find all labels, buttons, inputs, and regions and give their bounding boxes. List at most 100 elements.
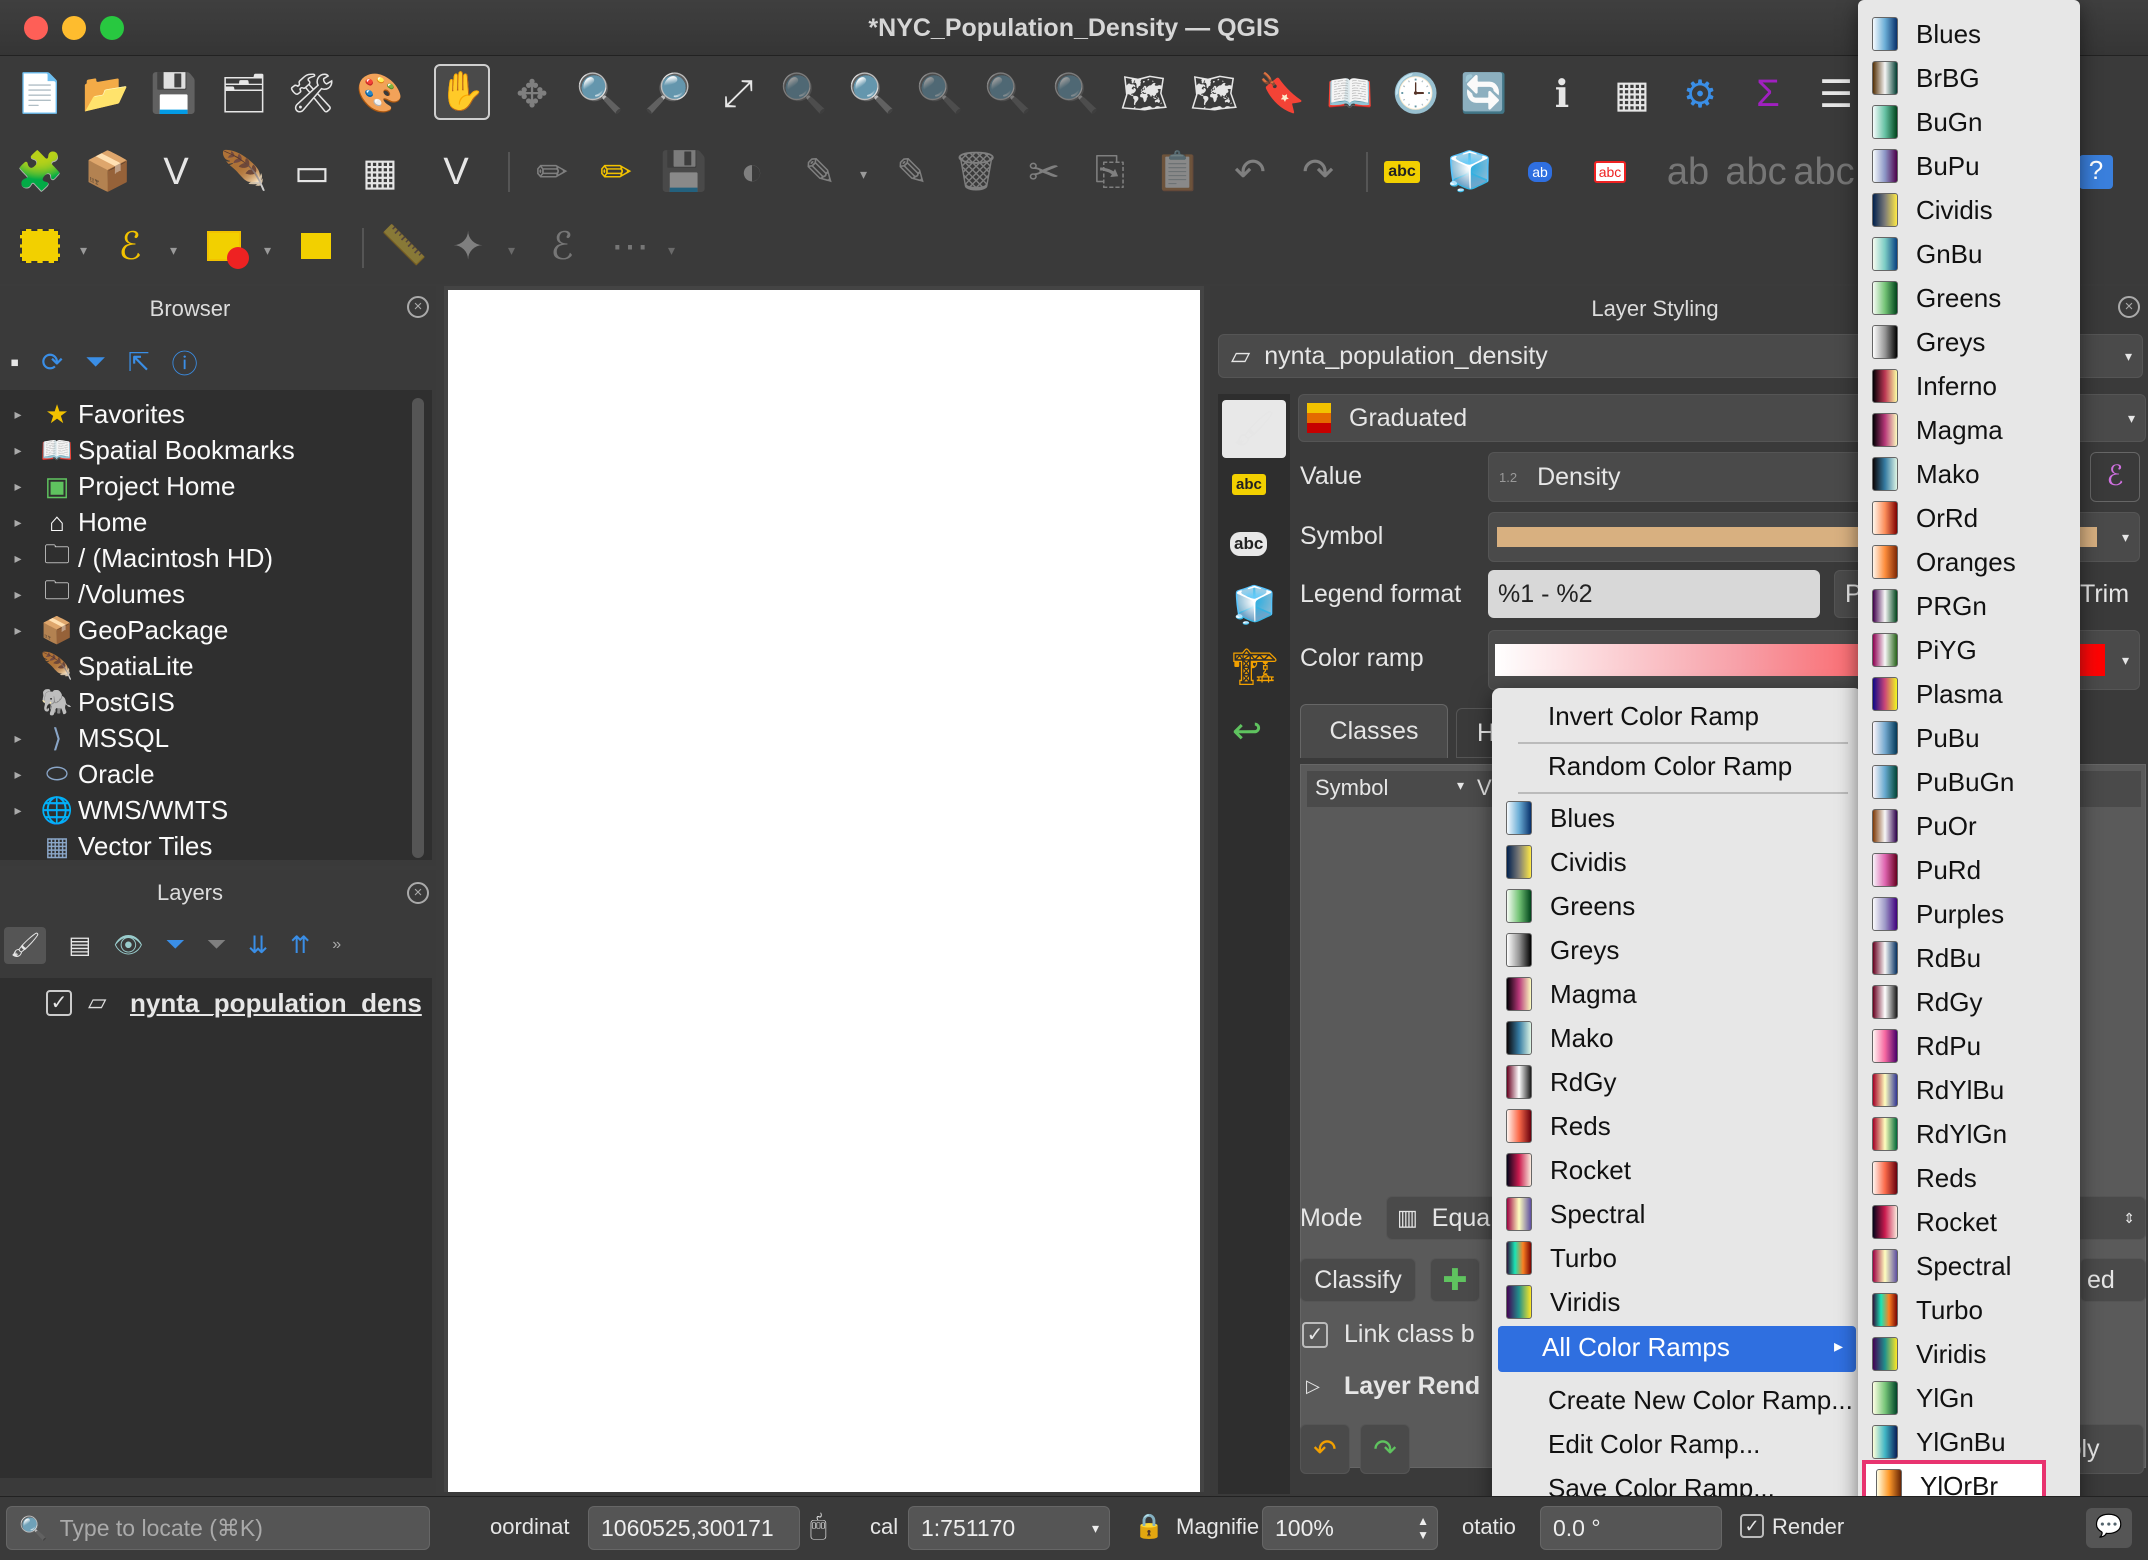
chevron-down-icon[interactable]: ▾ [170, 242, 177, 259]
submenu-ramp-pubugn[interactable]: PuBuGn [1872, 762, 2068, 802]
annotation-icon[interactable]: ℰ [534, 218, 590, 274]
new-bookmark-icon[interactable]: 🔖 [1254, 66, 1310, 122]
filter-legend-icon[interactable]: ⏷ [166, 931, 185, 959]
expand-triangle-icon[interactable]: ▸ [0, 586, 36, 603]
submenu-ramp-rdpu[interactable]: RdPu [1872, 1026, 2068, 1066]
submenu-ramp-puor[interactable]: PuOr [1872, 806, 2068, 846]
expand-triangle-icon[interactable]: ▸ [0, 478, 36, 495]
menu-ramp-cividis[interactable]: Cividis [1506, 842, 1627, 882]
close-panel-icon[interactable]: × [407, 296, 429, 318]
zoom-in-icon[interactable]: 🔍 [572, 66, 628, 122]
expand-triangle-icon[interactable]: ▸ [0, 514, 36, 531]
undo-icon[interactable]: ↶ [1222, 144, 1278, 200]
submenu-ramp-ylgn[interactable]: YlGn [1872, 1378, 2068, 1418]
submenu-ramp-rdylbu[interactable]: RdYlBu [1872, 1070, 2068, 1110]
browser-item-volumes[interactable]: ▸ 🗀 /Volumes [0, 575, 184, 612]
modify-attributes-icon[interactable]: ✎ [884, 144, 940, 200]
classify-button[interactable]: Classify [1300, 1258, 1416, 1302]
submenu-ramp-rdgy[interactable]: RdGy [1872, 982, 2068, 1022]
submenu-ramp-cividis[interactable]: Cividis [1872, 190, 2068, 230]
diagram-tool-icon[interactable]: 🧊 [1442, 144, 1498, 200]
menu-edit-color-ramp[interactable]: Edit Color Ramp... [1548, 1424, 1760, 1464]
locator-search-input[interactable]: 🔍 Type to locate (⌘K) [6, 1506, 430, 1550]
browser-item-home[interactable]: ▸ ⌂ Home [0, 504, 147, 540]
submenu-ramp-bugn[interactable]: BuGn [1872, 102, 2068, 142]
submenu-ramp-ylgnbu[interactable]: YlGnBu [1872, 1422, 2068, 1462]
close-panel-icon[interactable]: × [407, 882, 429, 904]
add-vector-layer-icon[interactable]: V [148, 144, 204, 200]
expand-triangle-icon[interactable]: ▸ [0, 622, 36, 639]
settings-gear-icon[interactable]: ⚙ [1672, 66, 1728, 122]
submenu-ramp-gnbu[interactable]: GnBu [1872, 234, 2068, 274]
table-icon[interactable]: ☰ [1808, 66, 1864, 122]
coordinate-field[interactable]: 1060525,300171 [588, 1506, 800, 1550]
open-project-icon[interactable]: 📂 [78, 66, 134, 122]
select-features-icon[interactable] [12, 218, 68, 274]
submenu-ramp-blues[interactable]: Blues [1872, 14, 2068, 54]
new-3d-map-view-icon[interactable]: 🗺 [1186, 66, 1242, 122]
submenu-ramp-greens[interactable]: Greens [1872, 278, 2068, 318]
browser-item-geopackage[interactable]: ▸ 📦 GeoPackage [0, 612, 228, 648]
new-geopackage-layer-icon[interactable]: 📦 [80, 144, 136, 200]
legend-format-input[interactable]: %1 - %2 [1488, 570, 1820, 618]
zoom-native-icon[interactable]: 🔍 [912, 66, 968, 122]
paste-features-icon[interactable]: 📋 [1150, 144, 1206, 200]
classes-count-select[interactable]: ed [2080, 1258, 2146, 1302]
submenu-ramp-orrd[interactable]: OrRd [1872, 498, 2068, 538]
deselect-features-icon[interactable] [196, 218, 252, 274]
delete-selected-icon[interactable]: 🗑 [948, 144, 1004, 200]
chevron-down-icon[interactable]: ▾ [264, 242, 271, 259]
layer-rendering-label[interactable]: Layer Rend [1344, 1372, 1480, 1401]
save-edits-icon[interactable]: 💾 [656, 144, 712, 200]
zoom-full-icon[interactable]: ⤢ [710, 66, 766, 122]
save-project-icon[interactable]: 💾 [146, 66, 202, 122]
submenu-ramp-purd[interactable]: PuRd [1872, 850, 2068, 890]
browser-item-spatial-bookmarks[interactable]: ▸ 📖 Spatial Bookmarks [0, 432, 294, 468]
submenu-ramp-plasma[interactable]: Plasma [1872, 674, 2068, 714]
expand-triangle-icon[interactable]: ▸ [0, 802, 36, 819]
3d-view-tab-icon[interactable]: 🧊 [1232, 584, 1277, 626]
new-project-icon[interactable]: 📄 [12, 66, 68, 122]
menu-ramp-greys[interactable]: Greys [1506, 930, 1619, 970]
measure-line-icon[interactable]: 📏 [376, 218, 432, 274]
labels-tab-icon[interactable]: abc [1232, 474, 1266, 495]
show-bookmarks-icon[interactable]: 📖 [1322, 66, 1378, 122]
history-tab-icon[interactable]: ↩ [1232, 710, 1262, 752]
browser-scrollbar[interactable] [412, 398, 424, 858]
masks-tab-icon[interactable]: abc [1230, 532, 1268, 556]
browser-item-favorites[interactable]: ▸ ★ Favorites [0, 396, 184, 432]
browser-item-postgis[interactable]: 🐘 PostGIS [0, 684, 175, 720]
more-icon[interactable]: » [332, 936, 341, 954]
submenu-ramp-piyg[interactable]: PiYG [1872, 630, 2068, 670]
submenu-ramp-oranges[interactable]: Oranges [1872, 542, 2068, 582]
render-checkbox[interactable]: ✓ [1740, 1514, 1764, 1538]
new-map-view-icon[interactable]: 🗺 [1116, 66, 1172, 122]
submenu-ramp-pubu[interactable]: PuBu [1872, 718, 2068, 758]
magnifier-spinbox[interactable]: 100% ▲ ▼ [1262, 1506, 1438, 1550]
submenu-ramp-spectral[interactable]: Spectral [1872, 1246, 2068, 1286]
rotation-spinbox[interactable]: 0.0 ° [1540, 1506, 1722, 1550]
expand-all-icon[interactable]: ⇊ [248, 931, 268, 960]
select-by-location-icon[interactable] [288, 218, 344, 274]
menu-ramp-greens[interactable]: Greens [1506, 886, 1635, 926]
submenu-ramp-magma[interactable]: Magma [1872, 410, 2068, 450]
expand-triangle-icon[interactable]: ▸ [0, 406, 36, 423]
layer-visibility-checkbox[interactable]: ✓ [46, 990, 72, 1016]
submenu-ramp-brbg[interactable]: BrBG [1872, 58, 2068, 98]
menu-ramp-spectral[interactable]: Spectral [1506, 1194, 1645, 1234]
open-layer-styling-icon[interactable]: 🖌 [4, 926, 47, 964]
menu-ramp-blues[interactable]: Blues [1506, 798, 1615, 838]
pan-to-selection-icon[interactable]: ✥ [504, 66, 560, 122]
submenu-ramp-viridis[interactable]: Viridis [1872, 1334, 2068, 1374]
browser-item-oracle[interactable]: ▸ ⬭ Oracle [0, 756, 154, 792]
column-header-values[interactable]: V [1477, 775, 1492, 801]
browser-item-project-home[interactable]: ▸ ▣ Project Home [0, 468, 235, 504]
menu-ramp-rdgy[interactable]: RdGy [1506, 1062, 1616, 1102]
submenu-ramp-inferno[interactable]: Inferno [1872, 366, 2068, 406]
cut-features-icon[interactable]: ✂ [1016, 144, 1072, 200]
expand-triangle-icon[interactable]: ▸ [0, 766, 36, 783]
expand-triangle-icon[interactable]: ▸ [0, 730, 36, 747]
submenu-ramp-rocket[interactable]: Rocket [1872, 1202, 2068, 1242]
move-label-icon[interactable]: abc [1725, 144, 1786, 200]
new-print-layout-icon[interactable]: 🗂 [216, 66, 272, 122]
